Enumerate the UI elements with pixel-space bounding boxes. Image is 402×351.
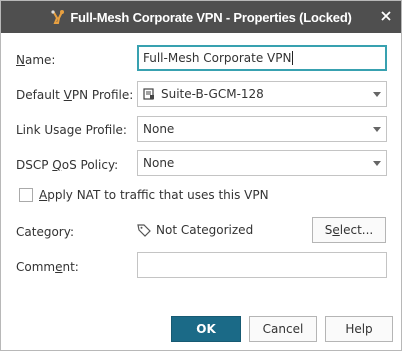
vpn-profile-select[interactable]: Suite-B-GCM-128: [137, 81, 387, 107]
category-value-row: Not Categorized: [137, 223, 253, 237]
window-title: Full-Mesh Corporate VPN - Properties (Lo…: [70, 9, 352, 25]
chevron-down-icon[interactable]: [368, 82, 386, 106]
category-label: Category:: [16, 225, 74, 239]
name-input[interactable]: Full-Mesh Corporate VPN: [137, 45, 387, 71]
category-value: Not Categorized: [156, 223, 254, 237]
nat-checkbox-row[interactable]: Apply NAT to traffic that uses this VPN: [19, 188, 269, 202]
comment-label: Comment:: [16, 260, 79, 274]
link-usage-select[interactable]: None: [137, 116, 387, 142]
name-label: Name:: [16, 53, 56, 67]
nat-checkbox-label: Apply NAT to traffic that uses this VPN: [39, 188, 269, 202]
nat-checkbox[interactable]: [19, 188, 33, 202]
title-wrap: Full-Mesh Corporate VPN - Properties (Lo…: [50, 9, 352, 25]
select-category-button[interactable]: Se lect...: [312, 217, 386, 243]
text-caret: [292, 51, 294, 65]
properties-dialog: Full-Mesh Corporate VPN - Properties (Lo…: [0, 0, 402, 351]
chevron-down-icon[interactable]: [368, 151, 386, 175]
comment-input[interactable]: [137, 252, 387, 278]
link-usage-label: Link Usage Profile:: [16, 123, 127, 137]
tag-icon: [137, 224, 151, 237]
help-button[interactable]: Help: [325, 316, 393, 342]
link-usage-value: None: [143, 122, 175, 136]
chevron-down-icon[interactable]: [368, 117, 386, 141]
name-value: Full-Mesh Corporate VPN: [143, 51, 292, 65]
vpn-profile-value: Suite-B-GCM-128: [161, 87, 264, 101]
vpn-tool-icon: [50, 9, 66, 25]
vpn-profile-label: Default VPN Profile:: [16, 88, 134, 102]
title-bar: Full-Mesh Corporate VPN - Properties (Lo…: [1, 1, 401, 33]
ok-button[interactable]: OK: [171, 316, 241, 342]
dscp-select[interactable]: None: [137, 150, 387, 176]
vpn-profile-icon: [143, 88, 155, 100]
dscp-value: None: [143, 156, 175, 170]
cancel-button[interactable]: Cancel: [249, 316, 317, 342]
close-icon[interactable]: [377, 7, 395, 25]
dscp-label: DSCP QoS Policy:: [16, 158, 119, 172]
